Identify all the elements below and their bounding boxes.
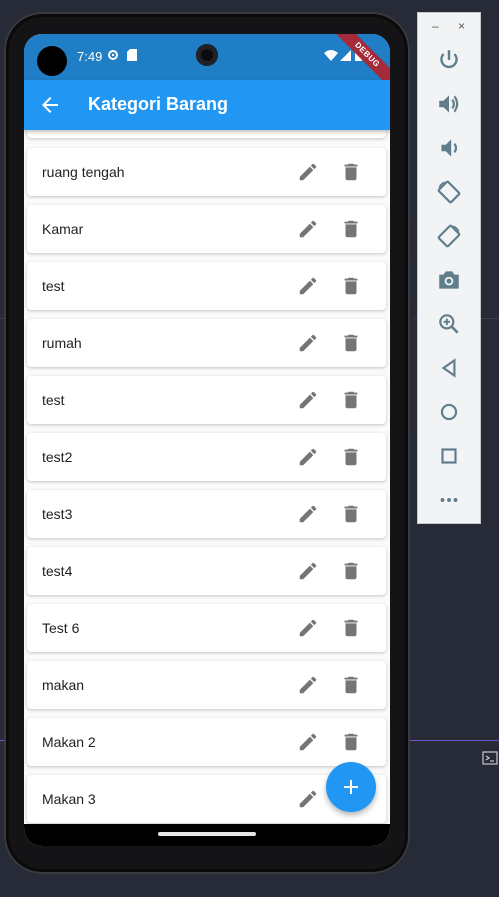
category-name: Makan 3 xyxy=(42,791,96,807)
delete-icon[interactable] xyxy=(340,218,362,240)
category-name: test4 xyxy=(42,563,73,579)
list-item[interactable]: Test 6 xyxy=(27,604,386,652)
delete-icon[interactable] xyxy=(340,674,362,696)
rotate-left-icon[interactable] xyxy=(436,179,462,205)
list-item[interactable]: makan xyxy=(27,661,386,709)
delete-icon[interactable] xyxy=(340,161,362,183)
list-item[interactable]: ruang tengah xyxy=(27,148,386,196)
delete-icon[interactable] xyxy=(340,617,362,639)
category-name: test xyxy=(42,278,65,294)
edit-icon[interactable] xyxy=(297,218,319,240)
back-arrow-icon[interactable] xyxy=(38,93,62,117)
edit-icon[interactable] xyxy=(297,446,319,468)
power-icon[interactable] xyxy=(436,47,462,73)
category-name: test2 xyxy=(42,449,73,465)
close-button[interactable]: × xyxy=(458,19,465,33)
list-item-partial[interactable] xyxy=(27,130,386,138)
overview-square-icon[interactable] xyxy=(436,443,462,469)
list-item[interactable]: test4 xyxy=(27,547,386,595)
phone-side-button xyxy=(410,220,414,260)
camera-icon[interactable] xyxy=(436,267,462,293)
list-item[interactable]: test3 xyxy=(27,490,386,538)
edit-icon[interactable] xyxy=(297,560,319,582)
edit-icon[interactable] xyxy=(297,788,319,810)
add-category-button[interactable] xyxy=(326,762,376,812)
wifi-icon xyxy=(324,50,338,61)
category-name: test xyxy=(42,392,65,408)
status-time: 7:49 xyxy=(77,49,103,64)
edit-icon[interactable] xyxy=(297,674,319,696)
front-camera-cutout xyxy=(37,46,67,76)
edit-icon[interactable] xyxy=(297,389,319,411)
list-item[interactable]: test2 xyxy=(27,433,386,481)
camera-lens xyxy=(196,44,218,66)
back-triangle-icon[interactable] xyxy=(436,355,462,381)
category-list[interactable]: ruang tengah Kamar test rumah test test2 test3… xyxy=(24,130,390,824)
volume-down-icon[interactable] xyxy=(436,135,462,161)
rotate-right-icon[interactable] xyxy=(436,223,462,249)
more-icon[interactable] xyxy=(436,487,462,513)
delete-icon[interactable] xyxy=(340,389,362,411)
category-name: Makan 2 xyxy=(42,734,96,750)
emulator-toolbar: – × xyxy=(417,12,481,524)
delete-icon[interactable] xyxy=(340,503,362,525)
delete-icon[interactable] xyxy=(340,731,362,753)
minimize-button[interactable]: – xyxy=(432,19,439,33)
list-item[interactable]: test xyxy=(27,262,386,310)
home-circle-icon[interactable] xyxy=(436,399,462,425)
terminal-icon[interactable] xyxy=(482,750,498,766)
edit-icon[interactable] xyxy=(297,275,319,297)
zoom-icon[interactable] xyxy=(436,311,462,337)
signal-icon xyxy=(340,50,351,61)
volume-up-icon[interactable] xyxy=(436,91,462,117)
edit-icon[interactable] xyxy=(297,332,319,354)
list-item[interactable]: Makan 2 xyxy=(27,718,386,766)
delete-icon[interactable] xyxy=(340,275,362,297)
category-name: ruang tengah xyxy=(42,164,125,180)
category-name: test3 xyxy=(42,506,73,522)
system-nav-bar xyxy=(24,824,390,846)
app-bar: Kategori Barang xyxy=(24,80,390,130)
phone-volume-button xyxy=(410,300,414,430)
delete-icon[interactable] xyxy=(340,446,362,468)
delete-icon[interactable] xyxy=(340,332,362,354)
edit-icon[interactable] xyxy=(297,617,319,639)
add-icon xyxy=(344,780,358,794)
category-name: Kamar xyxy=(42,221,84,237)
status-bar: 7:49 DEBUG xyxy=(24,34,390,92)
list-item[interactable]: test xyxy=(27,376,386,424)
settings-status-icon xyxy=(108,50,118,60)
edit-icon[interactable] xyxy=(297,161,319,183)
delete-icon[interactable] xyxy=(340,560,362,582)
device-screen: 7:49 DEBUG Kategori Barang ruang tengah K… xyxy=(24,34,390,846)
gesture-handle[interactable] xyxy=(158,832,256,836)
edit-icon[interactable] xyxy=(297,731,319,753)
category-name: makan xyxy=(42,677,85,693)
page-title: Kategori Barang xyxy=(88,94,229,114)
list-item[interactable]: Kamar xyxy=(27,205,386,253)
list-item[interactable]: rumah xyxy=(27,319,386,367)
sd-card-status-icon xyxy=(127,49,137,61)
category-name: rumah xyxy=(42,335,82,351)
edit-icon[interactable] xyxy=(297,503,319,525)
category-name: Test 6 xyxy=(42,620,80,636)
